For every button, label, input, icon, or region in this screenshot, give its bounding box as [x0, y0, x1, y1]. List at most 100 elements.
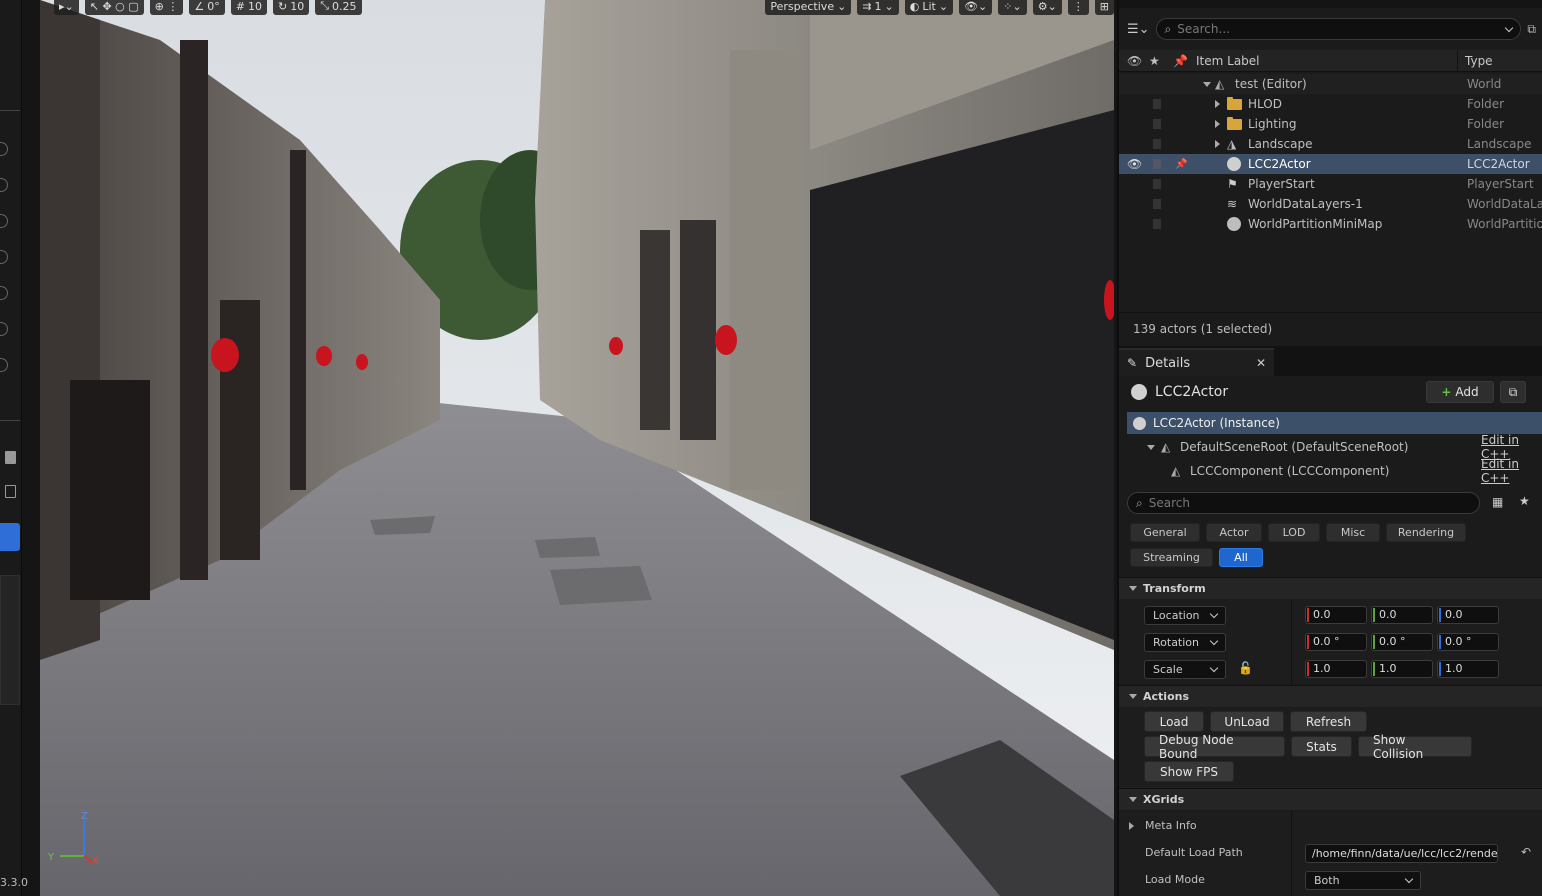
outliner-row-playerstart[interactable]: ⚑ PlayerStart PlayerStart	[1119, 174, 1542, 194]
item-label-column[interactable]: Item Label	[1196, 54, 1260, 68]
expand-caret[interactable]	[1203, 81, 1211, 87]
show-flags-button[interactable]: 👁⌄	[959, 0, 993, 15]
more-options-icon[interactable]: ⋮	[1067, 0, 1089, 15]
visibility-placeholder[interactable]	[1153, 159, 1161, 169]
outliner-row-hlod[interactable]: HLOD Folder	[1119, 94, 1542, 114]
mode-button-6[interactable]	[0, 322, 8, 336]
mode-button-3[interactable]	[0, 214, 8, 228]
location-z-field[interactable]: 0.0	[1437, 606, 1499, 624]
edit-in-cpp-link[interactable]: Edit in C++	[1481, 457, 1542, 485]
visibility-placeholder[interactable]	[1153, 119, 1161, 129]
location-dropdown[interactable]: Location	[1144, 606, 1226, 625]
outliner-search-input[interactable]: ⌕ Search...	[1155, 18, 1522, 40]
filter-icon[interactable]: ☰⌄	[1127, 22, 1150, 37]
outliner-row-lcc2actor[interactable]: 👁 📌 LCC2Actor LCC2Actor	[1119, 154, 1542, 174]
outliner-row-minimap[interactable]: WorldPartitionMiniMap WorldPartition	[1119, 214, 1542, 234]
filter-all[interactable]: All	[1219, 548, 1263, 567]
filter-general[interactable]: General	[1130, 523, 1200, 542]
mode-button-4[interactable]	[0, 250, 8, 264]
visibility-eye-icon[interactable]: 👁	[1127, 157, 1142, 171]
rotation-dropdown[interactable]: Rotation	[1144, 633, 1226, 652]
pinned-column-icon[interactable]: ★	[1149, 54, 1160, 68]
add-component-button[interactable]: + Add	[1426, 381, 1494, 403]
component-row-lcccomponent[interactable]: ◭ LCCComponent (LCCComponent) Edit in C+…	[1119, 457, 1542, 485]
reset-arrow-icon[interactable]: ↶	[1521, 845, 1531, 859]
rotation-z-field[interactable]: 0.0 °	[1437, 633, 1499, 651]
refresh-button[interactable]: Refresh	[1290, 711, 1367, 732]
scale-y-field[interactable]: 1.0	[1371, 660, 1433, 678]
filter-streaming[interactable]: Streaming	[1130, 548, 1213, 567]
scale-x-field[interactable]: 1.0	[1305, 660, 1367, 678]
expand-caret[interactable]	[1215, 100, 1220, 108]
clipboard-icon[interactable]	[5, 451, 16, 464]
details-search-input[interactable]: ⌕ Search	[1127, 492, 1480, 514]
default-load-path-input[interactable]: /home/finn/data/ue/lcc/lcc2/rende	[1305, 844, 1498, 863]
level-viewport[interactable]: ▸⌄ ↖ ✥ ○ ▢ ⊕ ⋮ ∠ 0° #10 ↻ 10 ⤡ 0.25 Perspec…	[40, 0, 1114, 896]
grid-snap-button[interactable]: #10	[230, 0, 267, 15]
add-folder-icon[interactable]: ⧉	[1527, 22, 1536, 37]
visibility-placeholder[interactable]	[1153, 219, 1161, 229]
expand-caret[interactable]	[1215, 120, 1220, 128]
expand-caret[interactable]	[1129, 822, 1134, 830]
camera-speed-button[interactable]: ⇉ 1 ⌄	[857, 0, 899, 15]
close-icon[interactable]: ✕	[1256, 356, 1266, 370]
actions-section-header[interactable]: Actions	[1119, 685, 1542, 707]
transform-section-header[interactable]: Transform	[1119, 577, 1542, 599]
filter-misc[interactable]: Misc	[1326, 523, 1380, 542]
details-tab[interactable]: ✎ Details ✕	[1119, 348, 1274, 376]
visibility-column-icon[interactable]: 👁	[1127, 54, 1142, 68]
stats-button[interactable]: Stats	[1291, 736, 1352, 757]
visibility-placeholder[interactable]	[1153, 99, 1161, 109]
rotate-snap-button[interactable]: ↻ 10	[272, 0, 310, 15]
debug-node-bound-button[interactable]: Debug Node Bound	[1144, 733, 1285, 761]
show-collision-button[interactable]: Show Collision	[1358, 733, 1472, 761]
scale-z-field[interactable]: 1.0	[1437, 660, 1499, 678]
mode-button-7[interactable]	[0, 358, 8, 372]
rotation-y-field[interactable]: 0.0 °	[1371, 633, 1433, 651]
performance-button[interactable]: ⁘⌄	[998, 0, 1027, 15]
component-row-instance[interactable]: LCC2Actor (Instance)	[1127, 412, 1542, 434]
rotation-x-field[interactable]: 0.0 °	[1305, 633, 1367, 651]
perspective-button[interactable]: Perspective ⌄	[765, 0, 852, 15]
settings-gear-icon[interactable]: ⚙⌄	[1032, 0, 1062, 15]
load-mode-dropdown[interactable]: Both	[1305, 871, 1421, 890]
world-local-toggle[interactable]: ⊕ ⋮	[149, 0, 184, 15]
select-mode-button[interactable]: ▸⌄	[54, 0, 79, 15]
outliner-row-landscape[interactable]: ◮ Landscape Landscape	[1119, 134, 1542, 154]
expand-caret[interactable]	[1215, 140, 1220, 148]
location-y-field[interactable]: 0.0	[1371, 606, 1433, 624]
filter-rendering[interactable]: Rendering	[1386, 523, 1466, 542]
blueprint-icon[interactable]: ⧉	[1500, 381, 1526, 403]
outliner-row-worlddatalayers[interactable]: ≋ WorldDataLayers-1 WorldDataLay	[1119, 194, 1542, 214]
unload-button[interactable]: UnLoad	[1210, 711, 1284, 732]
outliner-row-lighting[interactable]: Lighting Folder	[1119, 114, 1542, 134]
scale-dropdown[interactable]: Scale	[1144, 660, 1226, 679]
mode-button-5[interactable]	[0, 286, 8, 300]
type-column[interactable]: Type	[1465, 54, 1493, 68]
visibility-placeholder[interactable]	[1153, 199, 1161, 209]
scale-snap-button[interactable]: ⤡ 0.25	[315, 0, 362, 15]
filter-lod[interactable]: LOD	[1268, 523, 1320, 542]
component-row-defaultsceneroot[interactable]: ◭ DefaultSceneRoot (DefaultSceneRoot) Ed…	[1119, 433, 1542, 461]
show-fps-button[interactable]: Show FPS	[1144, 761, 1234, 782]
snap-angle-button[interactable]: ∠ 0°	[189, 0, 225, 15]
xgrids-section-header[interactable]: XGrids	[1119, 788, 1542, 810]
load-button[interactable]: Load	[1144, 711, 1204, 732]
filter-actor[interactable]: Actor	[1206, 523, 1262, 542]
outliner-row-world[interactable]: ◭ test (Editor) World	[1119, 74, 1542, 94]
mode-button-1[interactable]	[0, 142, 8, 156]
layout-icon[interactable]: ⊞	[1094, 0, 1114, 15]
visibility-placeholder[interactable]	[1153, 179, 1161, 189]
lock-icon[interactable]: 🔓	[1238, 661, 1253, 675]
expand-caret[interactable]	[1147, 444, 1155, 450]
visibility-placeholder[interactable]	[1153, 139, 1161, 149]
side-panel-tab[interactable]	[0, 575, 20, 705]
location-x-field[interactable]: 0.0	[1305, 606, 1367, 624]
active-mode-button[interactable]	[0, 523, 20, 551]
document-icon[interactable]	[5, 485, 16, 498]
pin-icon[interactable]: 📌	[1175, 159, 1187, 170]
lit-mode-button[interactable]: ◐ Lit ⌄	[904, 0, 954, 15]
transform-tools[interactable]: ↖ ✥ ○ ▢	[84, 0, 144, 15]
pin-column-icon[interactable]: 📌	[1173, 54, 1188, 68]
favorites-star-icon[interactable]: ★	[1519, 494, 1530, 508]
